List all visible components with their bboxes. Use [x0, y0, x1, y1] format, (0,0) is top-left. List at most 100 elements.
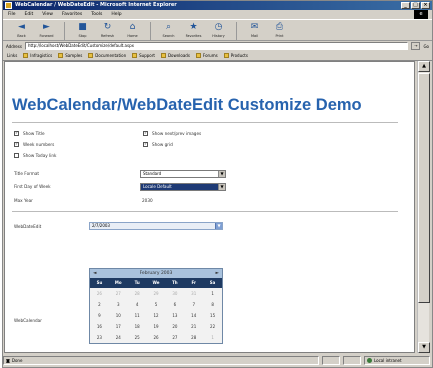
dow-label: Sa — [209, 280, 216, 285]
calendar-day[interactable]: 9 — [90, 310, 109, 321]
scroll-thumb[interactable] — [418, 73, 430, 303]
mail-button[interactable]: ✉ Mail — [244, 20, 265, 38]
favorites-button[interactable]: ★ Favorites — [183, 20, 204, 38]
first-day-select[interactable]: Locale Default ▼ — [140, 183, 226, 191]
calendar-day[interactable]: 22 — [203, 321, 222, 332]
calendar-day[interactable]: 16 — [90, 321, 109, 332]
link-item[interactable]: Downloads — [160, 53, 190, 58]
toolbar-separator — [236, 22, 237, 40]
calendar-day[interactable]: 10 — [109, 310, 128, 321]
standard-toolbar: ◄ Back ► Forward ■ Stop ↻ Refresh ⌂ Home ⌕ Sea… — [3, 19, 432, 41]
calendar-day[interactable]: 19 — [147, 321, 166, 332]
menu-file[interactable]: File — [8, 12, 16, 17]
calendar-day[interactable]: 5 — [147, 299, 166, 310]
history-icon: ◷ — [214, 22, 223, 32]
scroll-down-icon[interactable]: ▼ — [418, 342, 430, 353]
menu-help[interactable]: Help — [111, 12, 121, 17]
history-button[interactable]: ◷ History — [208, 20, 229, 38]
link-item[interactable]: Forums — [195, 53, 218, 58]
calendar-day[interactable]: 1 — [203, 288, 222, 299]
dow-label: Fr — [191, 280, 196, 285]
calendar-day[interactable]: 27 — [109, 288, 128, 299]
calendar-day[interactable]: 11 — [128, 310, 147, 321]
week-numbers-checkbox[interactable]: ✓ Week numbers — [14, 142, 54, 147]
mail-icon: ✉ — [250, 22, 259, 32]
search-icon: ⌕ — [165, 22, 172, 32]
calendar-day[interactable]: 26 — [147, 332, 166, 343]
maximize-button[interactable]: □ — [411, 2, 420, 9]
calendar-week-row: 2345678 — [90, 299, 222, 310]
calendar-day[interactable]: 23 — [90, 332, 109, 343]
close-button[interactable]: × — [421, 2, 430, 9]
page-icon — [58, 53, 64, 58]
page-done-icon: ◙ — [6, 357, 10, 363]
link-item[interactable]: Infragistics — [23, 53, 52, 58]
web-calendar: ◄ February 2003 ► Su Mo Tu We Th Fr Sa 2… — [89, 268, 223, 344]
home-button[interactable]: ⌂ Home — [122, 20, 143, 38]
calendar-day[interactable]: 13 — [165, 310, 184, 321]
calendar-day[interactable]: 25 — [128, 332, 147, 343]
calendar-day[interactable]: 28 — [184, 332, 203, 343]
stop-button[interactable]: ■ Stop — [72, 20, 93, 38]
refresh-button[interactable]: ↻ Refresh — [97, 20, 118, 38]
calendar-day[interactable]: 2 — [90, 299, 109, 310]
calendar-day[interactable]: 15 — [203, 310, 222, 321]
title-format-select[interactable]: Standard ▼ — [140, 170, 226, 178]
prev-month-button[interactable]: ◄ — [93, 271, 96, 276]
menu-view[interactable]: View — [42, 12, 53, 17]
search-button[interactable]: ⌕ Search — [158, 20, 179, 38]
show-next-prev-checkbox[interactable]: ✓ Show next/prev images — [143, 131, 201, 136]
calendar-day[interactable]: 1 — [203, 332, 222, 343]
max-year-value[interactable]: 2030 — [142, 198, 153, 203]
calendar-day[interactable]: 7 — [184, 299, 203, 310]
calendar-day[interactable]: 31 — [184, 288, 203, 299]
minimize-button[interactable]: _ — [401, 2, 410, 9]
calendar-day[interactable]: 17 — [109, 321, 128, 332]
page-icon — [88, 53, 94, 58]
forward-button[interactable]: ► Forward — [36, 20, 57, 38]
calendar-day[interactable]: 20 — [165, 321, 184, 332]
calendar-day[interactable]: 3 — [109, 299, 128, 310]
calendar-day[interactable]: 12 — [147, 310, 166, 321]
link-item[interactable]: Support — [132, 53, 155, 58]
chevron-down-icon[interactable]: ▼ — [218, 184, 225, 190]
calendar-day[interactable]: 6 — [165, 299, 184, 310]
calendar-day[interactable]: 26 — [90, 288, 109, 299]
calendar-day[interactable]: 18 — [128, 321, 147, 332]
link-item[interactable]: Samples — [58, 53, 82, 58]
go-label[interactable]: Go — [423, 44, 429, 49]
back-button[interactable]: ◄ Back — [11, 20, 32, 38]
calendar-day[interactable]: 30 — [165, 288, 184, 299]
links-label: Links — [7, 53, 18, 58]
home-icon: ⌂ — [129, 22, 136, 32]
calendar-label: WebCalendar — [14, 318, 42, 323]
intranet-zone-icon — [367, 357, 372, 363]
chevron-down-icon[interactable]: ▼ — [215, 223, 222, 229]
calendar-day[interactable]: 29 — [147, 288, 166, 299]
scroll-up-icon[interactable]: ▲ — [418, 61, 430, 72]
menu-favorites[interactable]: Favorites — [62, 12, 82, 17]
calendar-day[interactable]: 27 — [165, 332, 184, 343]
calendar-day[interactable]: 21 — [184, 321, 203, 332]
favorites-icon: ★ — [189, 22, 198, 32]
ie-logo-icon: e — [414, 10, 428, 19]
print-button[interactable]: ⎙ Print — [269, 20, 290, 38]
calendar-day[interactable]: 14 — [184, 310, 203, 321]
vertical-scrollbar[interactable]: ▲ ▼ — [417, 61, 430, 353]
address-input[interactable]: http://localhost/WebDateEdit/Customize/d… — [24, 42, 409, 50]
web-date-edit-input[interactable]: 2/7/2003 ▼ — [89, 222, 223, 230]
link-item[interactable]: Products — [223, 53, 248, 58]
go-button[interactable]: → — [411, 42, 421, 50]
menu-edit[interactable]: Edit — [25, 12, 34, 17]
show-title-checkbox[interactable]: ✓ Show Title — [14, 131, 45, 136]
show-grid-checkbox[interactable]: ✓ Show grid — [143, 142, 173, 147]
calendar-day[interactable]: 28 — [128, 288, 147, 299]
chevron-down-icon[interactable]: ▼ — [218, 171, 225, 177]
calendar-day[interactable]: 24 — [109, 332, 128, 343]
calendar-day[interactable]: 4 — [128, 299, 147, 310]
show-today-checkbox[interactable]: Show Today link — [14, 153, 56, 158]
next-month-button[interactable]: ► — [216, 271, 219, 276]
menu-tools[interactable]: Tools — [91, 12, 102, 17]
calendar-day[interactable]: 8 — [203, 299, 222, 310]
link-item[interactable]: Documentation — [88, 53, 126, 58]
